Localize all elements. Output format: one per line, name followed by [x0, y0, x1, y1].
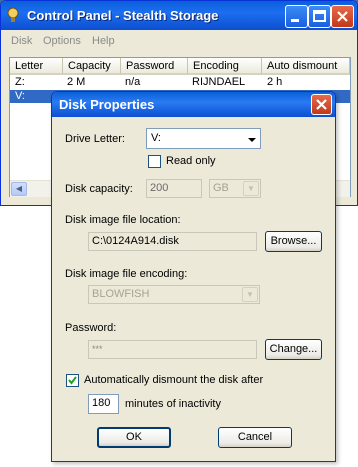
drive-letter-select[interactable]: V: [146, 128, 261, 149]
drive-letter-value: V: [151, 132, 161, 144]
maximize-icon [313, 10, 326, 22]
column-header-letter[interactable]: Letter [10, 58, 63, 75]
location-label: Disk image file location: [65, 214, 181, 226]
maximize-button[interactable] [308, 5, 331, 28]
menu-options[interactable]: Options [43, 35, 81, 47]
capacity-value: 200 [150, 182, 169, 194]
capacity-unit-select[interactable]: GB ▼ [209, 179, 261, 198]
menu-disk[interactable]: Disk [11, 35, 32, 47]
column-header-encoding[interactable]: Encoding [188, 58, 262, 75]
browse-button[interactable]: Browse... [265, 231, 322, 252]
menu-help[interactable]: Help [92, 35, 115, 47]
read-only-label: Read only [166, 155, 216, 167]
chevron-down-icon: ▼ [242, 287, 258, 302]
column-header-capacity[interactable]: Capacity [63, 58, 121, 75]
cancel-button[interactable]: Cancel [218, 427, 292, 448]
capacity-input[interactable]: 200 [146, 179, 202, 198]
close-button[interactable] [331, 5, 354, 28]
password-value: *** [92, 344, 103, 354]
dialog-close-button[interactable] [311, 94, 332, 115]
drive-letter-label: Drive Letter: [65, 133, 125, 145]
auto-dismount-label: Automatically dismount the disk after [84, 374, 264, 386]
cell-letter: V: [15, 90, 25, 102]
minimize-button[interactable] [285, 5, 308, 28]
capacity-label: Disk capacity: [65, 183, 133, 195]
column-header-auto-dismount[interactable]: Auto dismount [262, 58, 350, 75]
column-header-password[interactable]: Password [121, 58, 188, 75]
app-icon [7, 7, 19, 22]
capacity-unit-value: GB [213, 182, 229, 194]
encoding-value: BLOWFISH [92, 288, 150, 300]
dialog-title-bar[interactable]: Disk Properties [52, 92, 335, 117]
chevron-down-icon [247, 133, 257, 143]
dialog-title: Disk Properties [59, 97, 155, 112]
encoding-select[interactable]: BLOWFISH ▼ [88, 285, 260, 304]
chevron-down-icon: ▼ [243, 181, 259, 196]
cell-password: n/a [125, 76, 141, 88]
close-icon [337, 11, 348, 22]
table-row[interactable]: Z: 2 M n/a RIJNDAEL 2 h [10, 76, 350, 89]
read-only-checkbox[interactable] [148, 155, 161, 168]
menu-bar: Disk Options Help [1, 30, 357, 50]
encoding-label: Disk image file encoding: [65, 268, 188, 280]
location-input[interactable]: C:\0124A914.disk [88, 232, 257, 251]
window-title: Control Panel - Stealth Storage [27, 8, 219, 23]
cell-encoding: RIJNDAEL [192, 76, 246, 88]
minutes-value: 180 [92, 397, 111, 409]
cell-auto-dismount: 2 h [267, 76, 283, 88]
close-icon [316, 99, 327, 110]
minutes-input[interactable]: 180 [88, 394, 119, 414]
checkmark-icon [68, 376, 77, 385]
auto-dismount-checkbox[interactable] [66, 374, 79, 387]
scroll-left-arrow-icon[interactable]: ◀ [11, 182, 27, 196]
ok-button[interactable]: OK [97, 427, 171, 448]
cell-capacity: 2 M [67, 76, 86, 88]
password-input[interactable]: *** [88, 340, 257, 359]
cell-letter: Z: [15, 76, 25, 88]
disk-properties-dialog: Disk Properties Drive Letter: V: Read on… [51, 91, 336, 462]
title-bar[interactable]: Control Panel - Stealth Storage [1, 1, 357, 30]
minimize-icon [291, 19, 299, 22]
change-password-button[interactable]: Change... [265, 339, 322, 360]
location-value: C:\0124A914.disk [92, 235, 179, 247]
minutes-label: minutes of inactivity [125, 398, 221, 410]
password-label: Password: [65, 322, 117, 334]
